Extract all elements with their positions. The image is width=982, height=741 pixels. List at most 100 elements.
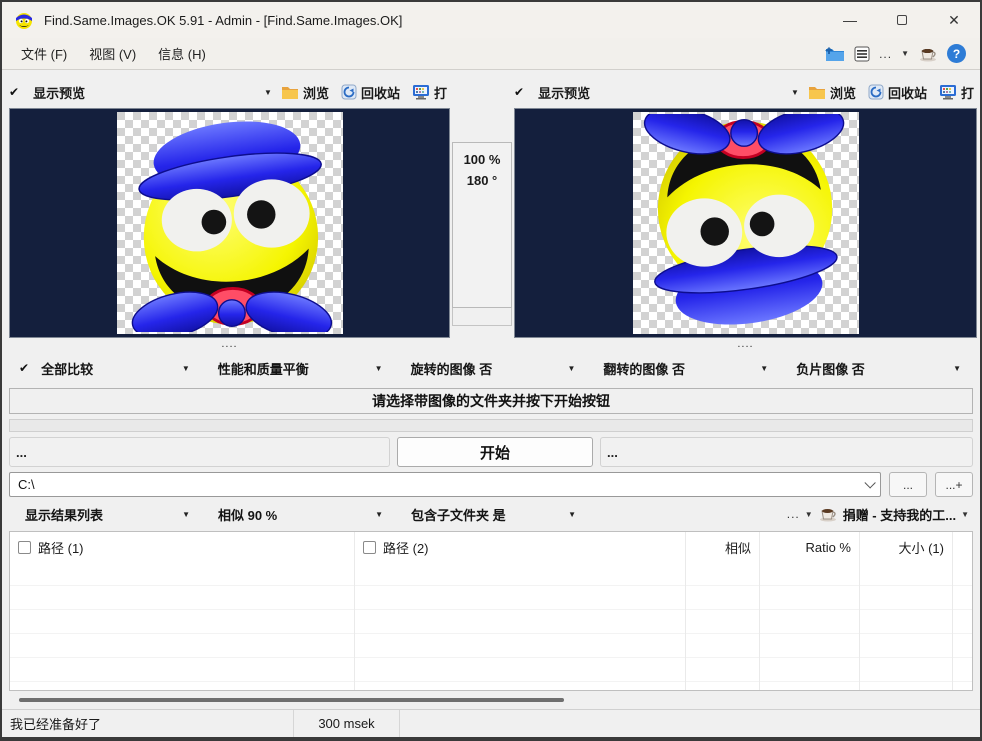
path1-checkbox[interactable] bbox=[18, 541, 31, 554]
check-icon: ✔ bbox=[19, 361, 29, 375]
close-button[interactable]: ✕ bbox=[928, 2, 980, 38]
browse-path-button[interactable]: ... bbox=[889, 472, 927, 497]
close-icon: ✕ bbox=[948, 12, 960, 29]
status-empty bbox=[400, 710, 980, 737]
caret-down-icon: ▼ bbox=[568, 510, 576, 519]
table-body-col bbox=[953, 562, 972, 690]
results-options-row: 显示结果列表 ▼ 相似 90 % ▼ 包含子文件夹 是 ▼ ... ▼ bbox=[9, 501, 973, 527]
preview-toolbar-right: ✔ 显示预览 ▼ 浏览 回收站 bbox=[514, 78, 977, 106]
start-button[interactable]: 开始 bbox=[397, 437, 593, 467]
menu-file[interactable]: 文件 (F) bbox=[10, 39, 78, 68]
quality-dropdown[interactable]: 性能和质量平衡 ▼ bbox=[202, 354, 395, 382]
path-row: C:\ ... ...+ bbox=[9, 472, 973, 497]
status-time: 300 msek bbox=[294, 710, 400, 737]
column-header-ratio[interactable]: Ratio % bbox=[760, 532, 859, 562]
show-preview-left-label[interactable]: 显示预览 bbox=[33, 83, 85, 102]
status-bar: 我已经准备好了 300 msek bbox=[2, 709, 980, 737]
main-content: ✔ 显示预览 ▼ 浏览 回收站 bbox=[2, 70, 980, 709]
minimize-icon: — bbox=[843, 12, 857, 28]
title-bar: Find.Same.Images.OK 5.91 - Admin - [Find… bbox=[2, 2, 980, 38]
goto-folder-icon[interactable] bbox=[825, 46, 845, 62]
app-window: Find.Same.Images.OK 5.91 - Admin - [Find… bbox=[0, 0, 982, 741]
check-icon: ✔ bbox=[9, 85, 19, 99]
recycle-left-button[interactable]: 回收站 bbox=[338, 81, 403, 104]
status-field-right: ... bbox=[600, 437, 973, 467]
progress-bar bbox=[9, 419, 973, 432]
add-path-button[interactable]: ...+ bbox=[935, 472, 973, 497]
show-preview-left-caret-icon[interactable]: ▼ bbox=[264, 88, 272, 97]
preview-toolbar-left: ✔ 显示预览 ▼ 浏览 回收站 bbox=[9, 78, 450, 106]
caret-down-icon: ▼ bbox=[760, 364, 768, 373]
caret-down-icon[interactable]: ▼ bbox=[805, 510, 813, 519]
table-body-col bbox=[355, 562, 685, 690]
show-preview-right-caret-icon[interactable]: ▼ bbox=[791, 88, 799, 97]
menu-overflow-label[interactable]: ... bbox=[879, 47, 892, 61]
menu-info[interactable]: 信息 (H) bbox=[147, 39, 217, 68]
folder-icon bbox=[281, 85, 299, 100]
preview-panel-left bbox=[9, 108, 450, 338]
caret-down-icon: ▼ bbox=[375, 510, 383, 519]
menu-bar: 文件 (F) 视图 (V) 信息 (H) ... ▼ bbox=[2, 38, 980, 70]
preview-left-footer: .... bbox=[9, 338, 450, 352]
flipped-images-dropdown[interactable]: 翻转的图像 否 ▼ bbox=[587, 354, 780, 382]
maximize-button[interactable] bbox=[876, 2, 928, 38]
open-left-button[interactable]: 打 bbox=[409, 81, 450, 104]
app-icon bbox=[14, 10, 34, 30]
chevron-down-icon[interactable] bbox=[864, 477, 875, 488]
monitor-icon bbox=[412, 84, 430, 100]
folder-icon bbox=[808, 85, 826, 100]
caret-down-icon: ▼ bbox=[182, 510, 190, 519]
zoom-percent: 100 % bbox=[459, 149, 505, 170]
help-icon[interactable]: ? bbox=[947, 44, 966, 63]
browse-right-button[interactable]: 浏览 bbox=[805, 81, 859, 104]
column-header-path2[interactable]: 路径 (2) bbox=[355, 532, 685, 562]
status-ready: 我已经准备好了 bbox=[2, 710, 294, 737]
column-header-size[interactable]: 大小 (1) bbox=[860, 532, 952, 562]
column-header-similar[interactable]: 相似 bbox=[686, 532, 759, 562]
open-right-button[interactable]: 打 bbox=[936, 81, 977, 104]
similarity-dropdown[interactable]: 相似 90 % ▼ bbox=[202, 505, 395, 524]
recycle-right-button[interactable]: 回收站 bbox=[865, 81, 930, 104]
zoom-info-footer bbox=[452, 308, 512, 326]
caret-down-icon: ▼ bbox=[567, 364, 575, 373]
preview-panel-right bbox=[514, 108, 977, 338]
horizontal-scrollbar[interactable] bbox=[9, 691, 973, 709]
scrollbar-thumb[interactable] bbox=[19, 698, 564, 702]
column-header-path1[interactable]: 路径 (1) bbox=[10, 532, 354, 562]
table-body-col bbox=[760, 562, 859, 690]
zoom-info-box: 100 % 180 ° bbox=[452, 142, 512, 308]
rotated-images-dropdown[interactable]: 旋转的图像 否 ▼ bbox=[395, 354, 588, 382]
subfolders-dropdown[interactable]: 包含子文件夹 是 ▼ bbox=[395, 505, 588, 524]
donate-link[interactable]: 捐赠 - 支持我的工... bbox=[843, 505, 956, 524]
maximize-icon bbox=[897, 15, 907, 25]
table-body-col bbox=[860, 562, 952, 690]
compare-options-row: ✔ 全部比较 ▼ 性能和质量平衡 ▼ 旋转的图像 否 ▼ 翻转的图像 否 ▼ 负… bbox=[9, 354, 973, 382]
caret-down-icon: ▼ bbox=[182, 364, 190, 373]
table-body-col bbox=[10, 562, 354, 690]
check-icon: ✔ bbox=[514, 85, 524, 99]
show-results-dropdown[interactable]: 显示结果列表 ▼ bbox=[9, 505, 202, 524]
menu-view[interactable]: 视图 (V) bbox=[78, 39, 147, 68]
caret-down-icon[interactable]: ▼ bbox=[961, 510, 969, 519]
compare-mode-dropdown[interactable]: ✔ 全部比较 ▼ bbox=[9, 354, 202, 382]
recycle-bin-icon bbox=[868, 84, 884, 100]
zoom-info-strip: 100 % 180 ° bbox=[450, 108, 514, 338]
donate-area: ... ▼ 捐赠 - 支持我的工... ▼ bbox=[787, 505, 973, 524]
coffee-cup-icon[interactable] bbox=[918, 46, 938, 62]
path2-checkbox[interactable] bbox=[363, 541, 376, 554]
path-combobox[interactable]: C:\ bbox=[9, 472, 881, 497]
donate-more-label[interactable]: ... bbox=[787, 507, 800, 521]
rotation-degrees: 180 ° bbox=[459, 170, 505, 191]
minimize-button[interactable]: — bbox=[824, 2, 876, 38]
coffee-cup-icon bbox=[818, 506, 838, 522]
window-title: Find.Same.Images.OK 5.91 - Admin - [Find… bbox=[44, 13, 402, 28]
menu-overflow-caret-icon[interactable]: ▼ bbox=[901, 49, 909, 58]
start-row: ... 开始 ... bbox=[9, 437, 973, 467]
monitor-icon bbox=[939, 84, 957, 100]
preview-image-left bbox=[117, 112, 343, 334]
show-preview-right-label[interactable]: 显示预览 bbox=[538, 83, 590, 102]
caret-down-icon: ▼ bbox=[953, 364, 961, 373]
negative-images-dropdown[interactable]: 负片图像 否 ▼ bbox=[780, 354, 973, 382]
list-menu-icon[interactable] bbox=[854, 46, 870, 62]
browse-left-button[interactable]: 浏览 bbox=[278, 81, 332, 104]
